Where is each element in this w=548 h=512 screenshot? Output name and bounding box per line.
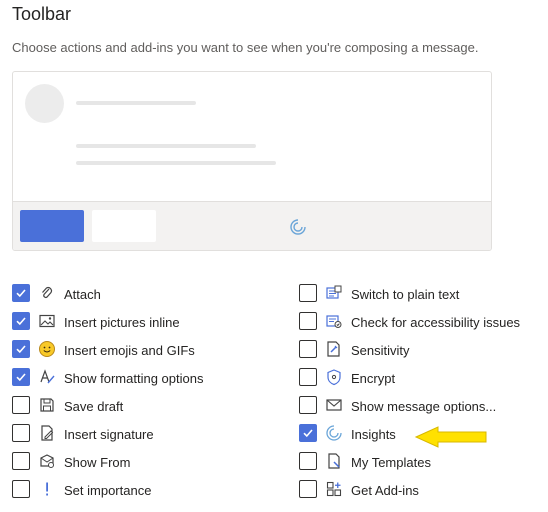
- option-label: Encrypt: [351, 371, 396, 386]
- add-ins-icon: [326, 481, 342, 497]
- picture-icon: [39, 314, 55, 328]
- option-check-for-accessibility-issues[interactable]: Check for accessibility issues: [299, 309, 539, 337]
- checkbox[interactable]: [12, 340, 30, 358]
- avatar-placeholder: [25, 84, 64, 123]
- option-label: Show From: [64, 455, 131, 470]
- option-insert-pictures-inline[interactable]: Insert pictures inline: [12, 309, 252, 337]
- option-label: Check for accessibility issues: [351, 315, 521, 330]
- toolbar-options-right: Switch to plain text Check for accessibil…: [299, 281, 539, 505]
- arrow-annotation: [414, 426, 487, 448]
- checkbox[interactable]: [12, 396, 30, 414]
- option-label: Switch to plain text: [351, 287, 460, 302]
- insights-icon: [290, 219, 306, 235]
- preview-discard-button[interactable]: [92, 210, 156, 242]
- importance-icon: [46, 482, 48, 496]
- compose-preview: [12, 71, 492, 251]
- show-from-icon: [40, 454, 54, 468]
- option-label: Insert emojis and GIFs: [64, 343, 195, 358]
- text-placeholder: [76, 161, 276, 165]
- option-show-message-options[interactable]: Show message options...: [299, 393, 539, 421]
- option-insert-signature[interactable]: Insert signature: [12, 421, 252, 449]
- checkbox[interactable]: [12, 284, 30, 302]
- plain-text-icon: [326, 285, 342, 299]
- option-label: Sensitivity: [351, 343, 410, 358]
- option-label: Attach: [64, 287, 101, 302]
- option-save-draft[interactable]: Save draft: [12, 393, 252, 421]
- text-placeholder: [76, 101, 196, 105]
- option-label: Insights: [351, 427, 396, 442]
- templates-icon: [328, 453, 340, 469]
- message-options-icon: [326, 399, 342, 411]
- option-label: Save draft: [64, 399, 124, 414]
- preview-send-button[interactable]: [20, 210, 84, 242]
- checkbox[interactable]: [299, 340, 317, 358]
- option-set-importance[interactable]: Set importance: [12, 477, 252, 505]
- text-placeholder: [76, 144, 256, 148]
- paperclip-icon: [42, 286, 53, 298]
- option-show-from[interactable]: Show From: [12, 449, 252, 477]
- checkbox[interactable]: [12, 480, 30, 498]
- checkbox[interactable]: [299, 312, 317, 330]
- checkbox[interactable]: [299, 284, 317, 302]
- checkbox[interactable]: [299, 452, 317, 470]
- option-label: Get Add-ins: [351, 483, 419, 498]
- option-label: Show message options...: [351, 399, 497, 414]
- accessibility-icon: [326, 315, 342, 328]
- checkbox[interactable]: [12, 452, 30, 470]
- option-label: Show formatting options: [64, 371, 204, 386]
- checkbox[interactable]: [12, 368, 30, 386]
- option-get-add-ins[interactable]: Get Add-ins: [299, 477, 539, 505]
- option-my-templates[interactable]: My Templates: [299, 449, 539, 477]
- checkbox[interactable]: [299, 424, 317, 442]
- option-label: My Templates: [351, 455, 431, 470]
- save-icon: [40, 398, 54, 412]
- option-label: Insert signature: [64, 427, 154, 442]
- option-switch-to-plain-text[interactable]: Switch to plain text: [299, 281, 539, 309]
- format-icon: [40, 369, 55, 384]
- checkbox[interactable]: [12, 424, 30, 442]
- option-label: Insert pictures inline: [64, 315, 180, 330]
- insights-icon: [326, 425, 342, 441]
- toolbar-options-left: Attach Insert pictures inline Insert emoji…: [12, 281, 252, 505]
- encrypt-icon: [327, 369, 341, 386]
- signature-icon: [41, 425, 54, 441]
- sensitivity-icon: [327, 341, 340, 357]
- emoji-icon: [39, 341, 55, 357]
- checkbox[interactable]: [299, 480, 317, 498]
- preview-toolbar: [13, 201, 491, 250]
- checkbox[interactable]: [12, 312, 30, 330]
- page-description: Choose actions and add-ins you want to s…: [12, 40, 479, 55]
- option-attach[interactable]: Attach: [12, 281, 252, 309]
- option-show-formatting-options[interactable]: Show formatting options: [12, 365, 252, 393]
- checkbox[interactable]: [299, 396, 317, 414]
- option-label: Set importance: [64, 483, 152, 498]
- page-title: Toolbar: [12, 4, 72, 24]
- checkbox[interactable]: [299, 368, 317, 386]
- option-encrypt[interactable]: Encrypt: [299, 365, 539, 393]
- option-sensitivity[interactable]: Sensitivity: [299, 337, 539, 365]
- option-insert-emojis-and-gifs[interactable]: Insert emojis and GIFs: [12, 337, 252, 365]
